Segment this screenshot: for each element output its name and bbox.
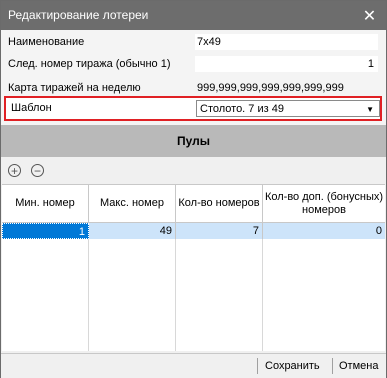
- dialog-footer: Сохранить Отмена: [1, 353, 386, 378]
- column-divider: [175, 239, 176, 351]
- lottery-edit-dialog: Редактирование лотереи ✕ Наименование 7x…: [0, 0, 387, 378]
- column-header-bonus-count[interactable]: Кол-во доп. (бонусных) номеров: [263, 185, 385, 223]
- cancel-button[interactable]: Отмена: [339, 360, 378, 372]
- column-header-min-number[interactable]: Мин. номер: [2, 185, 89, 223]
- pools-grid: Мин. номер Макс. номер Кол-во номеров Ко…: [2, 184, 385, 351]
- table-cell-min[interactable]: 1: [2, 223, 89, 239]
- footer-divider: [332, 358, 333, 374]
- template-label: Шаблон: [11, 102, 52, 114]
- template-select[interactable]: Столото. 7 из 49 ▼: [196, 100, 380, 117]
- plus-circle-icon[interactable]: +: [8, 164, 21, 177]
- column-divider: [88, 239, 89, 351]
- name-field[interactable]: 7x49: [195, 34, 378, 50]
- minus-circle-icon[interactable]: −: [31, 164, 44, 177]
- dropdown-arrow-icon[interactable]: ▼: [366, 105, 374, 114]
- column-divider: [262, 239, 263, 351]
- title-bar: Редактирование лотереи ✕: [1, 1, 386, 30]
- week-map-label: Карта тиражей на неделю: [8, 82, 141, 94]
- template-row: Шаблон Столото. 7 из 49 ▼: [4, 96, 382, 121]
- save-button[interactable]: Сохранить: [265, 360, 320, 372]
- name-label: Наименование: [8, 36, 85, 48]
- close-icon[interactable]: ✕: [353, 1, 386, 30]
- week-map-field[interactable]: 999,999,999,999,999,999,999: [195, 80, 378, 96]
- table-cell-count[interactable]: 7: [176, 223, 263, 239]
- footer-divider: [257, 358, 258, 374]
- table-cell-bonus[interactable]: 0: [263, 223, 385, 239]
- table-cell-max[interactable]: 49: [89, 223, 176, 239]
- next-draw-field[interactable]: 1: [195, 56, 378, 72]
- column-header-numbers-count[interactable]: Кол-во номеров: [176, 185, 263, 223]
- name-row: Наименование 7x49: [1, 32, 386, 52]
- pools-toolbar: + −: [1, 157, 386, 183]
- next-draw-row: След. номер тиража (обычно 1) 1: [1, 54, 386, 74]
- week-map-row: Карта тиражей на неделю 999,999,999,999,…: [1, 78, 386, 98]
- window-title: Редактирование лотереи: [8, 8, 149, 22]
- column-header-max-number[interactable]: Макс. номер: [89, 185, 176, 223]
- next-draw-label: След. номер тиража (обычно 1): [8, 58, 171, 70]
- pools-header: Пулы: [1, 125, 386, 157]
